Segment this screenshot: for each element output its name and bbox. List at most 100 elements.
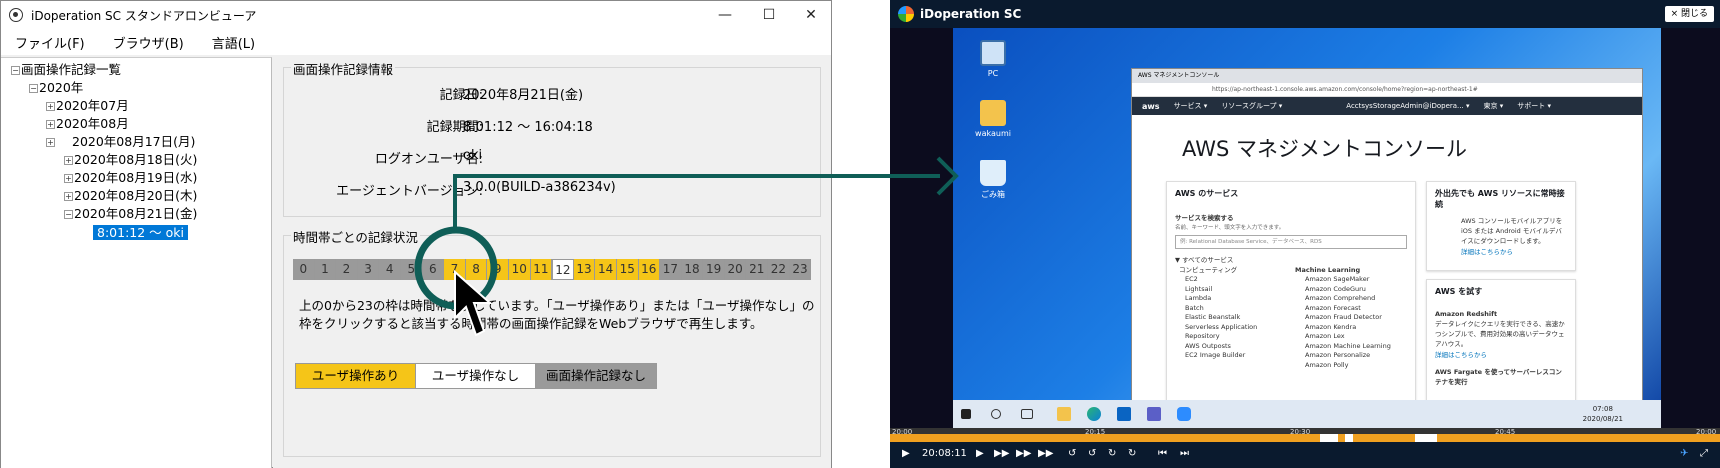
- hour-cell[interactable]: 12: [552, 259, 574, 280]
- period-value: 8:01:12 ～ 16:04:18: [463, 120, 593, 135]
- ml-service-item: Amazon Personalize: [1305, 351, 1371, 359]
- hour-cell[interactable]: 11: [530, 259, 553, 280]
- ml-service-item: Amazon Lex: [1305, 332, 1345, 340]
- desktop-icon-pc: PC: [963, 40, 1023, 78]
- maximize-button[interactable]: ☐: [747, 1, 791, 29]
- hour-cell[interactable]: 10: [508, 259, 531, 280]
- record-tree: − 画面操作記録一覧 −2020年 +2020年07月 +2020年08月 +20…: [1, 57, 272, 468]
- clock-time: 07:08: [1592, 405, 1613, 413]
- tree-day[interactable]: −2020年08月21日(金): [64, 205, 197, 223]
- tree-day-label: 2020年08月19日(水): [74, 170, 198, 185]
- search-hint: 名前、キーワード、頭文字を入力できます。: [1175, 225, 1285, 231]
- ml-service-item: Amazon Kendra: [1305, 322, 1357, 331]
- timeline-label: 20:00: [892, 428, 913, 436]
- hour-cell: 17: [660, 259, 682, 280]
- aws-nav-item: サポート ▾: [1517, 102, 1551, 110]
- tree-year[interactable]: −2020年: [29, 79, 83, 97]
- tree-month[interactable]: +2020年08月: [46, 115, 129, 133]
- expand-icon[interactable]: +: [46, 138, 55, 147]
- viewer-window: iDoperation SC スタンドアロンビューア — ☐ ✕ ファイル(F)…: [0, 0, 832, 468]
- collapse-icon[interactable]: −: [64, 210, 73, 219]
- expand-icon[interactable]: +: [46, 102, 55, 111]
- minimize-button[interactable]: —: [703, 1, 747, 29]
- card-text: データレイクにクエリを実行できる、高速かつシンプルで、費用対効果の高いデータウェ…: [1435, 320, 1565, 348]
- user-folder-icon: [980, 100, 1006, 126]
- player-window: iDoperation SC × 閉じる PC wakaumi ごみ箱 AWS …: [890, 0, 1720, 468]
- menu-language[interactable]: 言語(L): [206, 33, 261, 52]
- tree-day[interactable]: +2020年08月20日(木): [64, 187, 197, 205]
- hourly-title: 時間帯ごとの記録状況: [291, 227, 420, 246]
- timeline-label: 20:00: [1696, 428, 1717, 436]
- hour-cell[interactable]: 9: [487, 259, 509, 280]
- tree-session[interactable]: 8:01:12 ～ oki: [93, 224, 188, 242]
- address-bar: https://ap-northeast-1.console.aws.amazo…: [1132, 83, 1642, 97]
- tree-month-label: 2020年07月: [56, 98, 129, 113]
- skip-back-icon[interactable]: ⏮: [1158, 448, 1167, 459]
- compute-service-item: AWS Outposts: [1185, 341, 1231, 350]
- tree-day[interactable]: +2020年08月18日(火): [64, 151, 197, 169]
- expand-icon[interactable]: +: [46, 120, 55, 129]
- playback-timeline[interactable]: 20:00 20:15 20:30 20:45 20:00: [890, 428, 1720, 442]
- search-icon: [991, 409, 1001, 419]
- expand-icon[interactable]: +: [64, 192, 73, 201]
- hour-cell: 4: [379, 259, 401, 280]
- expand-icon[interactable]: +: [64, 174, 73, 183]
- card-title: 外出先でも AWS リソースに常時接続: [1435, 189, 1565, 209]
- tree-day[interactable]: +2020年08月19日(水): [64, 169, 197, 187]
- menu-browser[interactable]: ブラウザ(B): [107, 33, 190, 52]
- timeline-gap: [1345, 434, 1353, 442]
- speed-x8-icon[interactable]: ▶▶: [1038, 448, 1053, 459]
- hour-cell[interactable]: 7: [444, 259, 466, 280]
- ml-service-item: Amazon SageMaker: [1305, 275, 1370, 283]
- card-link: 詳細はこちらから: [1461, 248, 1513, 256]
- period-label: 記録期間:: [426, 120, 483, 135]
- tree-month[interactable]: +2020年07月: [46, 97, 129, 115]
- aws-nav-item: リソースグループ ▾: [1221, 102, 1283, 110]
- speed-x2-icon[interactable]: ▶▶: [994, 448, 1009, 459]
- all-services: ▼ すべてのサービス: [1175, 256, 1234, 264]
- timeline-gap: [1320, 434, 1338, 442]
- edge-icon: [1087, 407, 1101, 421]
- hour-cell[interactable]: 13: [573, 259, 596, 280]
- legend-idle: ユーザ操作なし: [416, 364, 536, 388]
- close-button[interactable]: ✕: [789, 1, 833, 29]
- card-title: AWS を試す: [1435, 287, 1483, 296]
- legend-user: ユーザ操作あり: [296, 364, 416, 388]
- recorded-desktop: PC wakaumi ごみ箱 AWS マネジメントコンソール https://a…: [953, 28, 1661, 428]
- player-close-button[interactable]: × 閉じる: [1664, 6, 1714, 22]
- compute-service-item: EC2: [1185, 275, 1198, 283]
- collapse-icon[interactable]: −: [11, 66, 20, 75]
- tree-day[interactable]: +2020年08月17日(月): [46, 133, 195, 151]
- forward-short-icon[interactable]: ↻: [1108, 448, 1116, 459]
- menu-file[interactable]: ファイル(F): [9, 33, 91, 52]
- rewind-icon[interactable]: ↺: [1068, 448, 1076, 459]
- hour-cell[interactable]: 8: [465, 259, 488, 280]
- rewind-short-icon[interactable]: ↺: [1088, 448, 1096, 459]
- desktop-icon-label: PC: [987, 69, 999, 78]
- ml-list: Machine Learning Amazon SageMaker Amazon …: [1287, 265, 1407, 370]
- pin-icon[interactable]: ✈: [1680, 448, 1688, 459]
- compute-service-item: Elastic Beanstalk: [1185, 313, 1241, 321]
- desktop-icon-label: ごみ箱: [981, 190, 1005, 199]
- speed-slow-icon[interactable]: ▶: [976, 448, 984, 459]
- hourly-description: 上の0から23の枠は時間帯を表しています。「ユーザ操作あり」または「ユーザ操作な…: [299, 297, 819, 333]
- desktop-icon-recycle: ごみ箱: [963, 160, 1023, 200]
- hour-cell[interactable]: 14: [595, 259, 617, 280]
- tree-year-label: 2020年: [39, 80, 84, 95]
- taskbar-clock: 07:08 2020/08/21: [1583, 404, 1623, 424]
- pc-icon: [980, 40, 1006, 66]
- collapse-icon[interactable]: −: [29, 84, 38, 93]
- forward-icon[interactable]: ↻: [1128, 448, 1136, 459]
- card-subtitle: Amazon Redshift: [1435, 310, 1498, 318]
- hour-cell[interactable]: 15: [616, 259, 639, 280]
- expand-icon[interactable]: +: [64, 156, 73, 165]
- desc-line: 上の0から23の枠は時間帯を表しています。「ユーザ操作あり」または「ユーザ操作な…: [299, 298, 815, 313]
- skip-forward-icon[interactable]: ⏭: [1180, 448, 1189, 459]
- tree-root[interactable]: − 画面操作記録一覧: [11, 61, 121, 79]
- fullscreen-icon[interactable]: ⤢: [1700, 448, 1708, 459]
- date-label: 記録日:: [439, 88, 483, 103]
- hour-cell[interactable]: 16: [638, 259, 661, 280]
- speed-x4-icon[interactable]: ▶▶: [1016, 448, 1031, 459]
- play-icon[interactable]: ▶: [902, 448, 910, 459]
- timeline-label: 20:15: [1085, 428, 1106, 436]
